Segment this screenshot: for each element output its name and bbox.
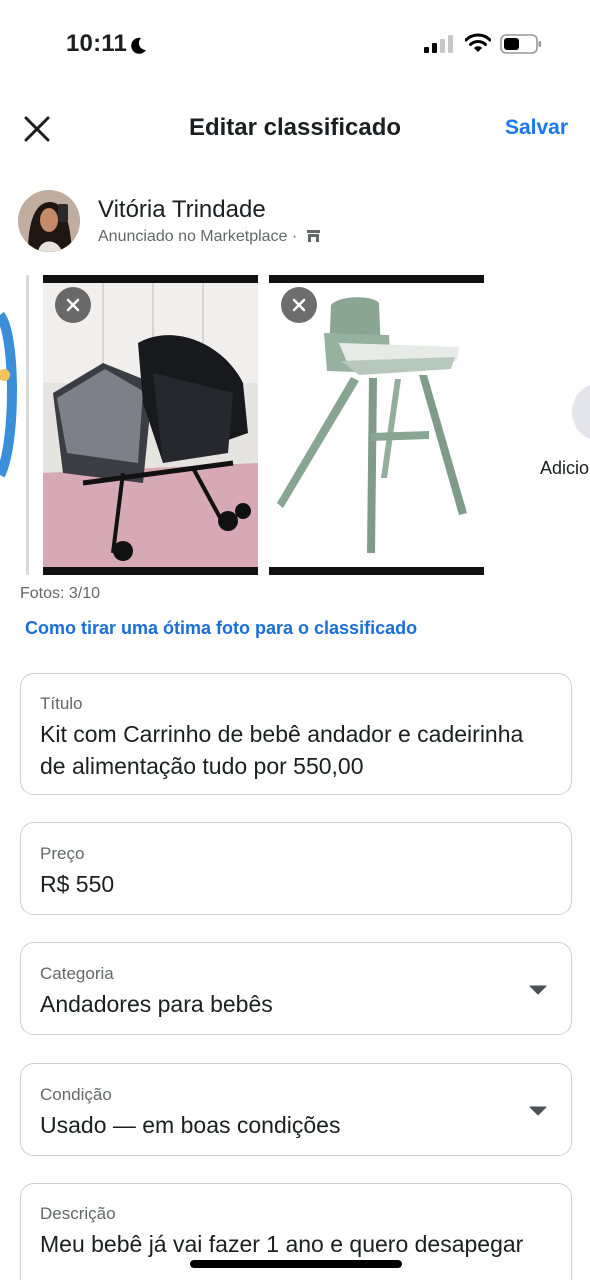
caret-down-icon [529,985,547,995]
add-photo-button[interactable] [572,382,590,442]
photo-count: Fotos: 3/10 [20,585,101,602]
category-select-value[interactable]: Andadores para bebês [40,988,511,1020]
moon-icon [131,37,146,54]
price-field-value[interactable]: R$ 550 [40,868,511,900]
previous-photo-thumbnail[interactable] [0,275,30,575]
remove-photo-button[interactable] [281,287,317,323]
cellular-signal-icon [424,35,453,53]
seller-subtitle: Anunciado no Marketplace · [98,228,321,246]
condition-select-value[interactable]: Usado — em boas condições [40,1109,511,1141]
avatar[interactable] [18,190,80,252]
title-field-label: Título [40,694,83,713]
battery-icon [500,34,541,54]
home-indicator[interactable] [190,1260,402,1268]
description-field-label: Descrição [40,1204,116,1223]
wifi-icon [465,33,491,52]
title-field[interactable]: Título Kit com Carrinho de bebê andador … [20,673,572,795]
seller-subtitle-text: Anunciado no Marketplace · [98,228,298,245]
add-photo-label[interactable]: Adicio [540,458,589,479]
close-icon [292,298,306,312]
high-chair-photo[interactable] [269,275,484,575]
top-nav-bar: Editar classificado Salvar [0,100,590,160]
condition-select[interactable]: Condição Usado — em boas condições [20,1063,572,1156]
category-select[interactable]: Categoria Andadores para bebês [20,942,572,1035]
seller-info: Vitória Trindade Anunciado no Marketplac… [18,190,578,254]
photo-tips-link[interactable]: Como tirar uma ótima foto para o classif… [25,618,417,639]
price-field[interactable]: Preço R$ 550 [20,822,572,915]
seller-name[interactable]: Vitória Trindade [98,196,266,224]
close-icon [66,298,80,312]
caret-down-icon [529,1106,547,1116]
condition-select-label: Condição [40,1085,112,1104]
save-button[interactable]: Salvar [505,116,568,140]
page-title: Editar classificado [188,114,402,141]
price-field-label: Preço [40,844,85,863]
shop-icon [306,230,320,242]
remove-photo-button[interactable] [55,287,91,323]
title-field-value[interactable]: Kit com Carrinho de bebê andador e cadei… [40,718,551,782]
category-select-label: Categoria [40,964,114,983]
status-time: 10:11 [66,30,128,57]
stroller-photo[interactable] [43,275,258,575]
status-bar: 10:11 [0,0,590,90]
description-field-value[interactable]: Meu bebê já vai fazer 1 ano e quero desa… [40,1228,551,1260]
photo-carousel[interactable]: Adicio [0,275,590,580]
